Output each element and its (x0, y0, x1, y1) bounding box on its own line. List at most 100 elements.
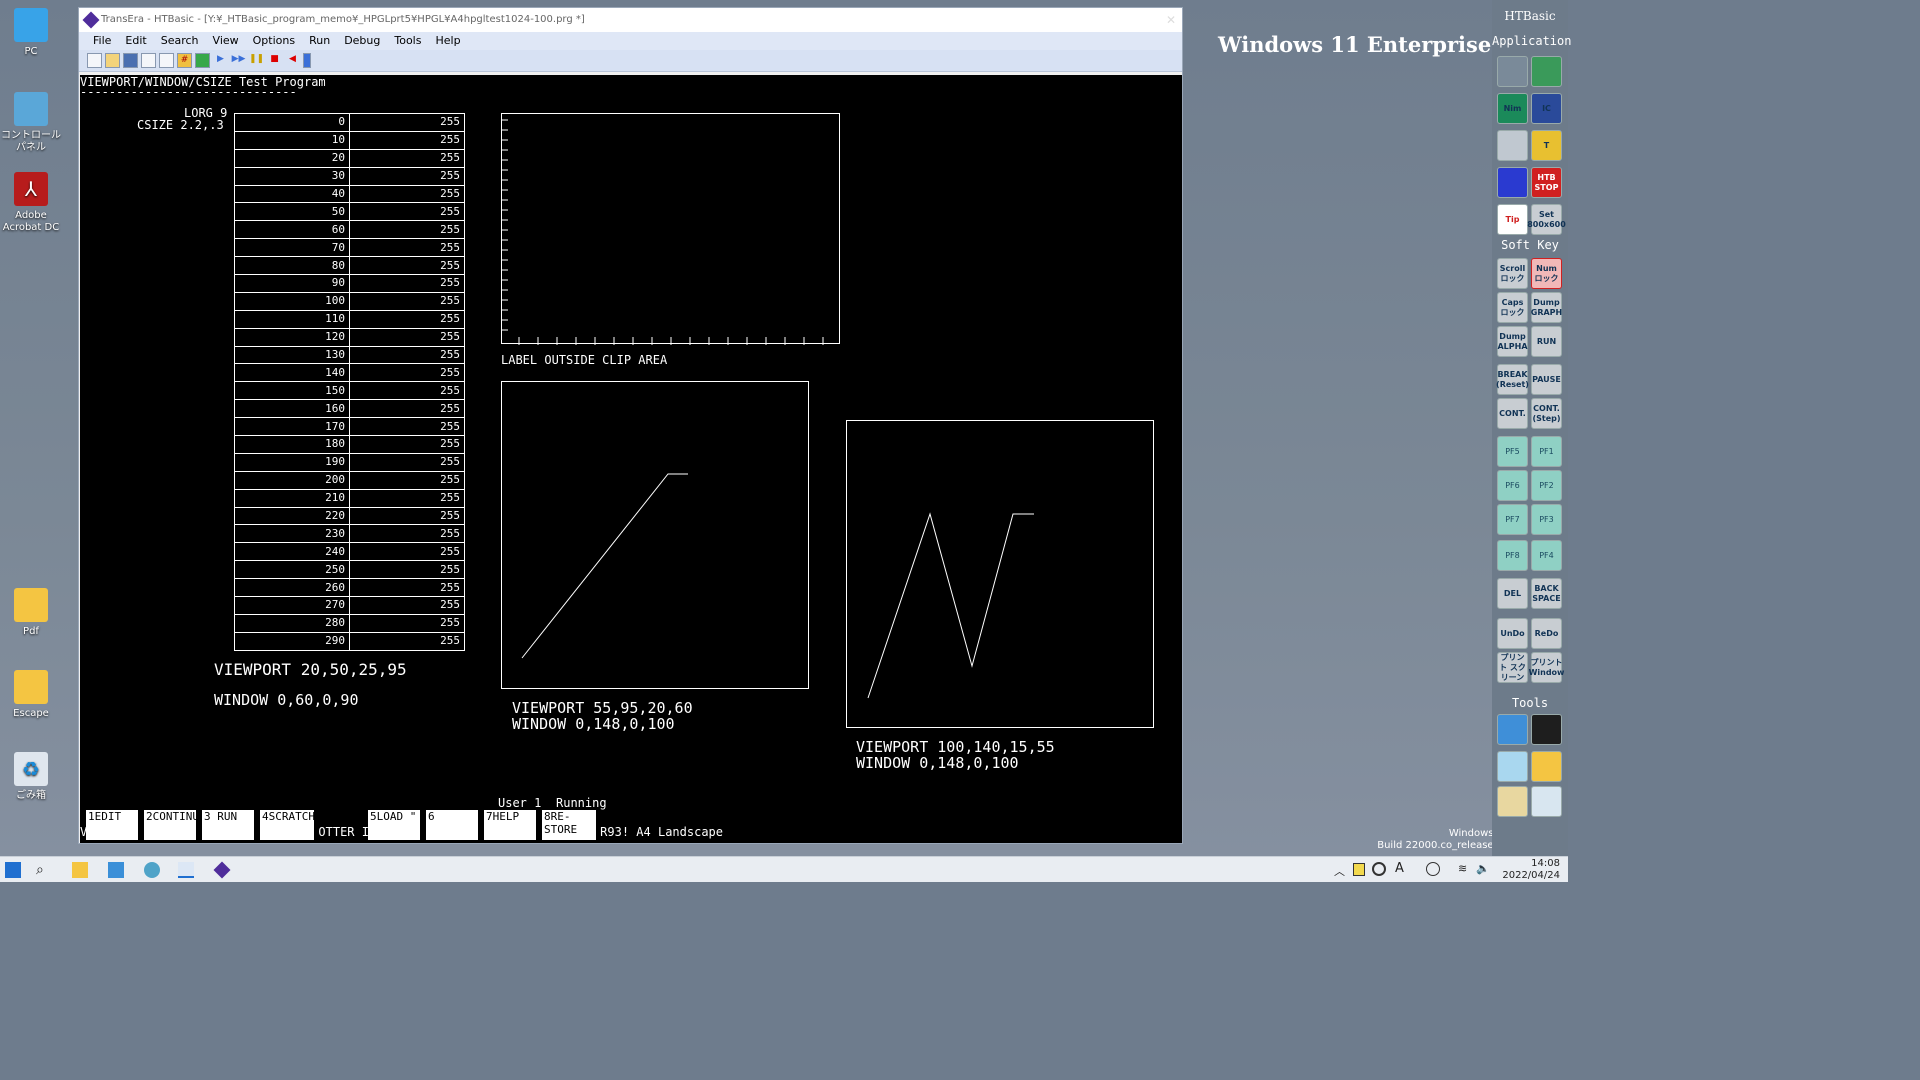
softkey-button-15[interactable]: PF3 (1531, 504, 1562, 535)
table-cell-index: 150 (234, 381, 350, 401)
menu-run[interactable]: Run (309, 32, 330, 50)
softkey-button-13[interactable]: PF2 (1531, 470, 1562, 501)
stop-icon[interactable]: ■ (267, 53, 282, 68)
softkey-4-scratch[interactable]: 4SCRATCH (260, 810, 315, 840)
app-button-0[interactable] (1497, 56, 1528, 87)
softkey-8-restore[interactable]: 8RE-STORE (542, 810, 596, 840)
softkey-button-10[interactable]: PF5 (1497, 436, 1528, 467)
softkey-button-6[interactable]: BREAK (Reset) (1496, 364, 1529, 395)
tool-notepad-icon[interactable] (1497, 751, 1528, 782)
app-button-3[interactable]: IC (1531, 93, 1562, 124)
save-icon[interactable] (123, 53, 138, 68)
softkey-button-21[interactable]: ReDo (1531, 618, 1562, 649)
desktop-icon-pdf[interactable]: Pdf (0, 588, 62, 638)
clock[interactable]: 14:08 2022/04/24 (1500, 858, 1560, 882)
monitor-icon[interactable] (195, 53, 210, 68)
desktop-icon-label: Adobe Acrobat DC (2, 210, 60, 233)
remote-desktop-icon[interactable] (178, 862, 194, 878)
softkey-2-continue[interactable]: 2CONTINUE (144, 810, 206, 840)
step-icon[interactable]: ▶▶ (231, 53, 246, 68)
softkey-button-22[interactable]: プリント スクリーン (1497, 652, 1528, 683)
edit-icon[interactable] (159, 53, 174, 68)
softkey-6[interactable]: 6 (426, 810, 478, 840)
softkey-3-run[interactable]: 3 RUN (202, 810, 254, 840)
softkey-button-19[interactable]: BACK SPACE (1531, 578, 1562, 609)
softkey-button-5[interactable]: RUN (1531, 326, 1562, 357)
tray-clock-icon[interactable] (1426, 862, 1440, 876)
back-icon[interactable]: ◀ (285, 53, 300, 68)
menu-file[interactable]: File (93, 32, 111, 50)
menu-tools[interactable]: Tools (394, 32, 421, 50)
app-button-6[interactable] (1497, 167, 1528, 198)
tool-window-icon[interactable] (1497, 714, 1528, 745)
app-button-4[interactable] (1497, 130, 1528, 161)
ime-indicator[interactable]: A (1395, 861, 1404, 876)
app-button-5[interactable]: T (1531, 130, 1562, 161)
table-cell-value: 255 (349, 130, 465, 150)
menu-options[interactable]: Options (253, 32, 295, 50)
speaker-icon[interactable]: 🔈 (1476, 862, 1490, 875)
new-file-icon[interactable] (87, 53, 102, 68)
toolbar-overflow-icon[interactable] (303, 53, 311, 68)
softkey-button-0[interactable]: Scroll ロック (1497, 258, 1528, 289)
app-button-9[interactable]: Set 800x600 (1527, 204, 1566, 235)
title-bar[interactable]: TransEra - HTBasic - [Y:¥_HTBasic_progra… (79, 8, 1182, 32)
desktop-icon-escape[interactable]: Escape (0, 670, 62, 720)
softkey-button-17[interactable]: PF4 (1531, 540, 1562, 571)
softkey-button-3[interactable]: Dump GRAPH (1531, 292, 1562, 323)
softkey-7-help[interactable]: 7HELP (484, 810, 536, 840)
menu-view[interactable]: View (213, 32, 239, 50)
menu-help[interactable]: Help (435, 32, 460, 50)
softkey-button-23[interactable]: プリント Window (1529, 652, 1564, 683)
chevron-up-icon[interactable]: ︿ (1334, 863, 1345, 879)
hash-icon[interactable]: # (177, 53, 192, 68)
softkey-button-1[interactable]: Num ロック (1531, 258, 1562, 289)
softkey-button-11[interactable]: PF1 (1531, 436, 1562, 467)
softkey-button-8[interactable]: CONT. (1497, 398, 1528, 429)
app-button-7[interactable]: HTB STOP (1531, 167, 1562, 198)
softkey-1-edit[interactable]: 1EDIT (86, 810, 138, 840)
softkey-button-18[interactable]: DEL (1497, 578, 1528, 609)
app-button-1[interactable] (1531, 56, 1562, 87)
softkey-button-20[interactable]: UnDo (1497, 618, 1528, 649)
tool-paint-icon[interactable] (1497, 786, 1528, 817)
desktop-icon-pc[interactable]: PC (0, 8, 62, 58)
tray-ic-icon[interactable] (1372, 862, 1386, 876)
softkey-button-12[interactable]: PF6 (1497, 470, 1528, 501)
softkey-button-14[interactable]: PF7 (1497, 504, 1528, 535)
desktop-icon-control-panel[interactable]: コントロール パネル (0, 92, 62, 154)
table-row: 190 255 (234, 452, 465, 472)
softkey-button-16[interactable]: PF8 (1497, 540, 1528, 571)
app-button-8[interactable]: Tip (1497, 204, 1528, 235)
softkey-button-9[interactable]: CONT. (Step) (1531, 398, 1562, 429)
menu-debug[interactable]: Debug (344, 32, 380, 50)
start-icon[interactable] (5, 862, 21, 878)
app-icon[interactable] (144, 862, 160, 878)
desktop-icon-acrobat[interactable]: ⅄ Adobe Acrobat DC (0, 172, 62, 234)
close-icon[interactable]: ✕ (1166, 8, 1176, 32)
menu-search[interactable]: Search (161, 32, 199, 50)
run-icon[interactable]: ▶ (213, 53, 228, 68)
tool-snip-icon[interactable] (1531, 786, 1562, 817)
app-button-2[interactable]: Nim (1497, 93, 1528, 124)
table-cell-index: 50 (234, 202, 350, 222)
softkey-button-4[interactable]: Dump ALPHA (1497, 326, 1528, 357)
os-watermark: Windows 11 Enterprise (1218, 32, 1492, 57)
softkey-button-7[interactable]: PAUSE (1531, 364, 1562, 395)
softkey-5-load[interactable]: 5LOAD " (368, 810, 420, 840)
desktop-icon-recycle-bin[interactable]: ♻ ごみ箱 (0, 752, 62, 802)
menu-edit[interactable]: Edit (125, 32, 146, 50)
tool-console-icon[interactable] (1531, 714, 1562, 745)
softkey-button-2[interactable]: Caps ロック (1497, 292, 1528, 323)
htbasic-taskbar-icon[interactable] (213, 861, 231, 879)
notepad-icon[interactable] (108, 862, 124, 878)
tool-folder-icon[interactable] (1531, 751, 1562, 782)
wifi-icon[interactable]: ≋ (1458, 862, 1467, 875)
table-cell-value: 255 (349, 435, 465, 454)
open-folder-icon[interactable] (105, 53, 120, 68)
search-icon[interactable]: ⌕ (36, 862, 52, 878)
file-explorer-icon[interactable] (72, 862, 88, 878)
tray-app-icon[interactable] (1353, 863, 1365, 876)
pause-icon[interactable]: ❚❚ (249, 53, 264, 68)
print-icon[interactable] (141, 53, 156, 68)
